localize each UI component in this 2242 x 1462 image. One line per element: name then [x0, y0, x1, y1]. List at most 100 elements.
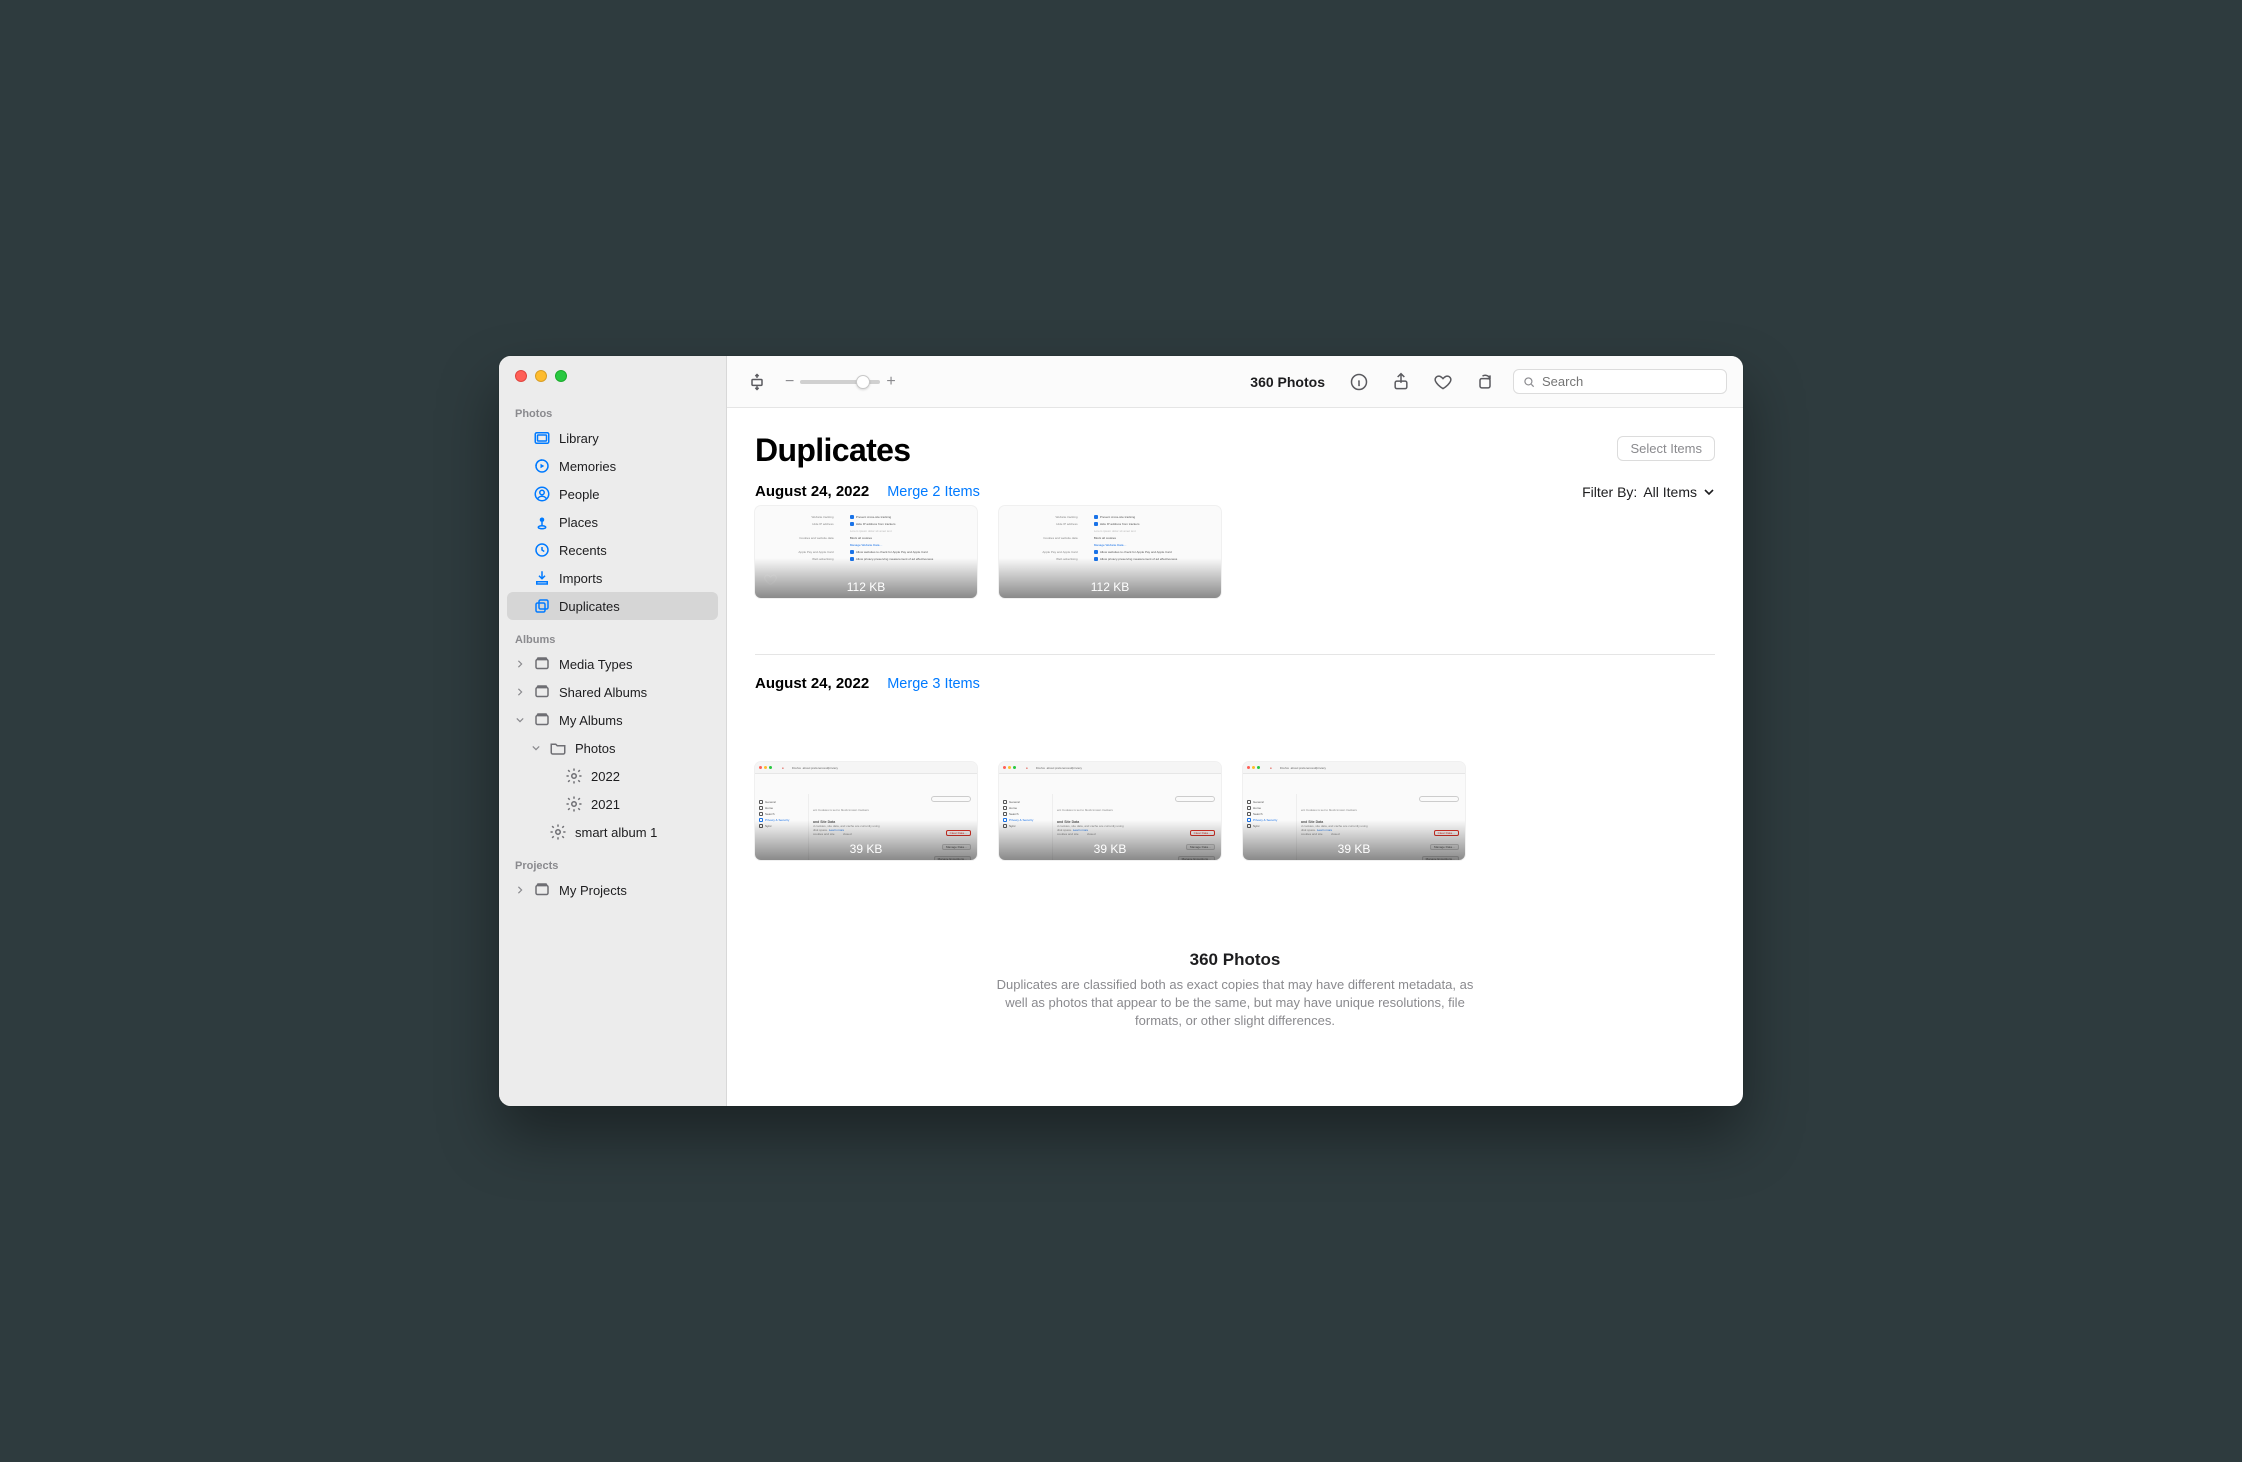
chevron-down-icon[interactable]	[515, 715, 525, 725]
sidebar-item-media-types[interactable]: Media Types	[507, 650, 718, 678]
thumbnail-size: 112 KB	[999, 558, 1221, 598]
thumbnail-size: 112 KB	[755, 558, 977, 598]
sidebar-item-label: Library	[559, 431, 599, 446]
sidebar-item-album-photos[interactable]: Photos	[507, 734, 718, 762]
group-date: August 24, 2022	[755, 483, 869, 500]
sidebar-item-my-projects[interactable]: My Projects	[507, 876, 718, 904]
select-items-button[interactable]: Select Items	[1617, 436, 1715, 461]
rotate-button[interactable]	[1471, 368, 1499, 396]
sidebar-item-imports[interactable]: Imports	[507, 564, 718, 592]
sidebar-item-label: Photos	[575, 741, 615, 756]
photo-thumbnail[interactable]: ●Firefox about:preferences#privacy Gener…	[999, 762, 1221, 860]
library-icon	[533, 429, 551, 447]
sidebar-item-label: My Projects	[559, 883, 627, 898]
share-button[interactable]	[1387, 368, 1415, 396]
merge-link[interactable]: Merge 2 Items	[887, 484, 980, 500]
sidebar-section-projects: Projects	[507, 846, 718, 876]
sidebar-item-album-2021[interactable]: 2021	[507, 790, 718, 818]
sidebar-item-duplicates[interactable]: Duplicates	[507, 592, 718, 620]
filter-dropdown[interactable]: Filter By: All Items	[1582, 484, 1715, 500]
sidebar-item-label: 2021	[591, 797, 620, 812]
photo-thumbnail[interactable]: Website tracking Prevent cross-site trac…	[999, 506, 1221, 598]
zoom-minus-label: −	[785, 373, 794, 391]
favorite-button[interactable]	[1429, 368, 1457, 396]
group-date: August 24, 2022	[755, 675, 869, 692]
imports-icon	[533, 569, 551, 587]
sidebar-item-label: Imports	[559, 571, 602, 586]
sidebar-item-album-2022[interactable]: 2022	[507, 762, 718, 790]
minimize-window-button[interactable]	[535, 370, 547, 382]
zoom-slider[interactable]: − +	[785, 373, 896, 391]
toolbar-title: 360 Photos	[1250, 374, 1325, 390]
zoom-track[interactable]	[800, 380, 880, 384]
group-header: August 24, 2022 Merge 2 Items Filter By:…	[755, 483, 1715, 500]
search-field[interactable]	[1513, 369, 1727, 394]
sidebar-scroll: Photos Library Memories	[499, 394, 726, 1106]
folder-icon	[549, 739, 567, 757]
filter-value: All Items	[1643, 484, 1697, 500]
zoom-thumb[interactable]	[856, 375, 870, 389]
sidebar-item-label: Memories	[559, 459, 616, 474]
fullscreen-window-button[interactable]	[555, 370, 567, 382]
sidebar-item-memories[interactable]: Memories	[507, 452, 718, 480]
sidebar-section-photos: Photos	[507, 394, 718, 424]
content-area: Duplicates Select Items August 24, 2022 …	[727, 408, 1743, 1106]
places-icon	[533, 513, 551, 531]
sidebar-item-label: Media Types	[559, 657, 632, 672]
footer-description: Duplicates are classified both as exact …	[995, 976, 1475, 1031]
group-separator	[755, 654, 1715, 655]
sidebar-section-albums: Albums	[507, 620, 718, 650]
search-icon	[1522, 375, 1536, 389]
sidebar-item-label: My Albums	[559, 713, 623, 728]
thumbnail-size: 39 KB	[999, 820, 1221, 860]
photo-thumbnail[interactable]: ●Firefox about:preferences#privacy Gener…	[755, 762, 977, 860]
sidebar-item-label: People	[559, 487, 599, 502]
chevron-right-icon[interactable]	[515, 659, 525, 669]
app-window: Photos Library Memories	[499, 356, 1743, 1106]
album-icon	[533, 881, 551, 899]
thumbnail-size: 39 KB	[1243, 820, 1465, 860]
main-pane: − + 360 Photos	[727, 356, 1743, 1106]
info-button[interactable]	[1345, 368, 1373, 396]
album-icon	[533, 655, 551, 673]
recents-icon	[533, 541, 551, 559]
chevron-right-icon[interactable]	[515, 885, 525, 895]
toolbar: − + 360 Photos	[727, 356, 1743, 408]
sidebar-item-recents[interactable]: Recents	[507, 536, 718, 564]
memories-icon	[533, 457, 551, 475]
thumbnail-row: ●Firefox about:preferences#privacy Gener…	[755, 698, 1715, 860]
chevron-down-icon[interactable]	[531, 743, 541, 753]
footer-title: 360 Photos	[995, 950, 1475, 970]
sidebar-item-label: smart album 1	[575, 825, 657, 840]
photo-thumbnail[interactable]: ●Firefox about:preferences#privacy Gener…	[1243, 762, 1465, 860]
zoom-plus-label: +	[886, 373, 895, 391]
sidebar-item-smart-album-1[interactable]: smart album 1	[507, 818, 718, 846]
aspect-fit-button[interactable]	[743, 368, 771, 396]
merge-link[interactable]: Merge 3 Items	[887, 676, 980, 692]
album-icon	[533, 711, 551, 729]
search-input[interactable]	[1542, 374, 1718, 389]
sidebar-item-label: Recents	[559, 543, 607, 558]
filter-label: Filter By:	[1582, 484, 1637, 500]
sidebar-item-library[interactable]: Library	[507, 424, 718, 452]
page-title: Duplicates	[755, 432, 910, 469]
close-window-button[interactable]	[515, 370, 527, 382]
chevron-right-icon[interactable]	[515, 687, 525, 697]
sidebar-item-my-albums[interactable]: My Albums	[507, 706, 718, 734]
gear-icon	[549, 823, 567, 841]
thumbnail-row: Website tracking Prevent cross-site trac…	[755, 506, 1715, 598]
sidebar-item-label: Places	[559, 515, 598, 530]
sidebar-item-label: Shared Albums	[559, 685, 647, 700]
people-icon	[533, 485, 551, 503]
sidebar-item-label: 2022	[591, 769, 620, 784]
chevron-down-icon	[1703, 486, 1715, 498]
duplicates-icon	[533, 597, 551, 615]
sidebar-item-shared-albums[interactable]: Shared Albums	[507, 678, 718, 706]
thumbnail-size: 39 KB	[755, 820, 977, 860]
photo-thumbnail[interactable]: Website tracking Prevent cross-site trac…	[755, 506, 977, 598]
window-controls	[499, 356, 726, 394]
album-icon	[533, 683, 551, 701]
gear-icon	[565, 795, 583, 813]
sidebar-item-places[interactable]: Places	[507, 508, 718, 536]
sidebar-item-people[interactable]: People	[507, 480, 718, 508]
